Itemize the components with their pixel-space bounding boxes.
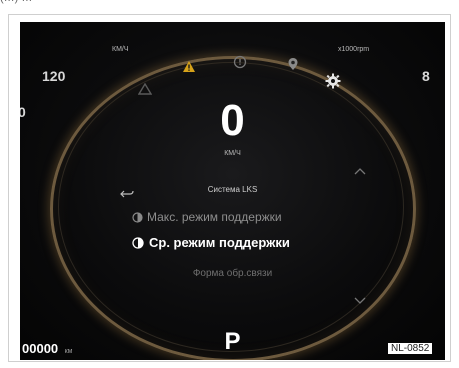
menu-item-max-assist[interactable]: Макс. режим поддержки — [132, 208, 282, 226]
rpm-unit-top-label: x1000rpm — [338, 46, 370, 53]
speed-unit-label: КМ/Ч — [224, 150, 241, 157]
menu-item-label: Ср. режим поддержки — [149, 235, 290, 250]
gear-indicator: P — [224, 328, 241, 355]
image-code-label: NL-0852 — [388, 343, 433, 354]
radio-unselected-icon — [132, 210, 143, 228]
instrument-cluster-screen: КМ/Ч x1000rpm 120 8 0 0 КМ/Ч Система LKS… — [20, 22, 445, 360]
scroll-down-chevron-icon[interactable] — [354, 290, 366, 309]
rpm-scale-8: 8 — [422, 68, 430, 84]
speed-scale-120: 120 — [42, 68, 66, 84]
menu-item-label: Форма обр.связи — [192, 268, 273, 279]
menu-item-feedback-form[interactable]: Форма обр.связи — [20, 263, 445, 281]
scroll-up-chevron-icon[interactable] — [354, 160, 366, 179]
top-cut-text: (…) … — [0, 0, 32, 4]
menu-title: Система LKS — [207, 185, 258, 194]
location-pin-icon — [287, 56, 299, 75]
warning-triangle-icon — [182, 58, 196, 77]
menu-item-mid-assist[interactable]: Ср. режим поддержки — [132, 234, 290, 252]
top-cut-text-strip: (…) … — [0, 0, 459, 14]
speed-unit-top-label: КМ/Ч — [112, 46, 129, 53]
gear-settings-icon — [325, 73, 341, 93]
radio-selected-icon — [132, 236, 144, 254]
menu-item-label: Макс. режим поддержки — [147, 210, 282, 224]
speed-value: 0 — [220, 96, 245, 145]
tpms-warning-icon — [232, 54, 248, 73]
